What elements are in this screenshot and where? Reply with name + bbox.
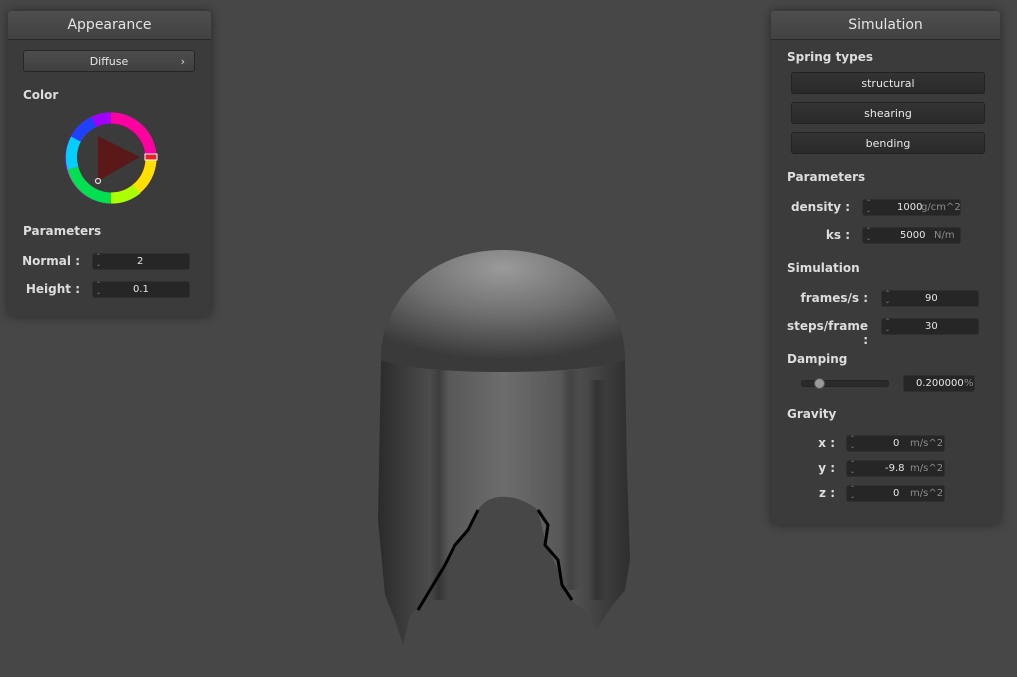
spinner-icon[interactable]: ⌃ ⌄ bbox=[96, 281, 103, 297]
appearance-parameters-label: Parameters bbox=[23, 224, 102, 238]
damping-slider[interactable] bbox=[801, 378, 889, 389]
appearance-title: Appearance bbox=[8, 11, 211, 40]
spinner-icon[interactable]: ⌃ ⌄ bbox=[850, 460, 857, 476]
color-label: Color bbox=[23, 88, 59, 102]
spring-types-label: Spring types bbox=[787, 50, 874, 64]
gravity-label: Gravity bbox=[787, 407, 837, 421]
chevron-right-icon: › bbox=[180, 55, 185, 68]
spinner-icon[interactable]: ⌃ ⌄ bbox=[866, 199, 873, 215]
steps-label: steps/frame : bbox=[786, 319, 868, 347]
spinner-icon[interactable]: ⌃ ⌄ bbox=[885, 290, 892, 306]
shader-select-button[interactable]: Diffuse › bbox=[23, 50, 195, 72]
ks-label: ks : bbox=[825, 228, 850, 242]
damping-input[interactable]: 0.200000 % bbox=[903, 375, 975, 392]
gravity-z-label: z : bbox=[819, 486, 835, 500]
fps-label: frames/s : bbox=[800, 291, 868, 305]
appearance-panel: Appearance Diffuse › Color Parameters No… bbox=[8, 11, 211, 316]
spinner-icon[interactable]: ⌃ ⌄ bbox=[850, 435, 857, 451]
gravity-x-input[interactable]: ⌃ ⌄ 0 m/s^2 bbox=[846, 435, 945, 452]
spinner-icon[interactable]: ⌃ ⌄ bbox=[866, 227, 873, 243]
spinner-icon[interactable]: ⌃ ⌄ bbox=[850, 485, 857, 501]
gravity-y-label: y : bbox=[818, 461, 835, 475]
damping-slider-handle[interactable] bbox=[814, 378, 826, 389]
normal-input[interactable]: ⌃ ⌄ 2 bbox=[92, 253, 190, 270]
ks-input[interactable]: ⌃ ⌄ 5000 N/m bbox=[862, 227, 961, 244]
spinner-icon[interactable]: ⌃ ⌄ bbox=[885, 318, 892, 334]
gravity-y-input[interactable]: ⌃ ⌄ -9.8 m/s^2 bbox=[846, 460, 945, 477]
gravity-z-input[interactable]: ⌃ ⌄ 0 m/s^2 bbox=[846, 485, 945, 502]
fps-input[interactable]: ⌃ ⌄ 90 bbox=[881, 290, 979, 307]
damping-label: Damping bbox=[787, 352, 848, 366]
simulation-title: Simulation bbox=[771, 11, 1000, 40]
sphere-top bbox=[381, 250, 625, 372]
gravity-x-label: x : bbox=[818, 436, 835, 450]
structural-button[interactable]: structural bbox=[791, 72, 985, 94]
simulation-panel: Simulation Spring types structural shear… bbox=[771, 11, 1000, 524]
simulation-label: Simulation bbox=[787, 261, 860, 275]
spinner-icon[interactable]: ⌃ ⌄ bbox=[96, 253, 103, 269]
hue-marker bbox=[144, 153, 158, 161]
height-label: Height : bbox=[25, 282, 80, 296]
steps-input[interactable]: ⌃ ⌄ 30 bbox=[881, 318, 979, 335]
shader-select-label: Diffuse bbox=[89, 55, 129, 68]
color-wheel[interactable] bbox=[64, 111, 164, 211]
parameters-label: Parameters bbox=[787, 170, 866, 184]
shearing-button[interactable]: shearing bbox=[791, 102, 985, 124]
bending-button[interactable]: bending bbox=[791, 132, 985, 154]
density-input[interactable]: ⌃ ⌄ 1000 g/cm^2 bbox=[862, 199, 961, 216]
density-label: density : bbox=[790, 200, 850, 214]
height-input[interactable]: ⌃ ⌄ 0.1 bbox=[92, 281, 190, 298]
normal-label: Normal : bbox=[22, 254, 80, 268]
